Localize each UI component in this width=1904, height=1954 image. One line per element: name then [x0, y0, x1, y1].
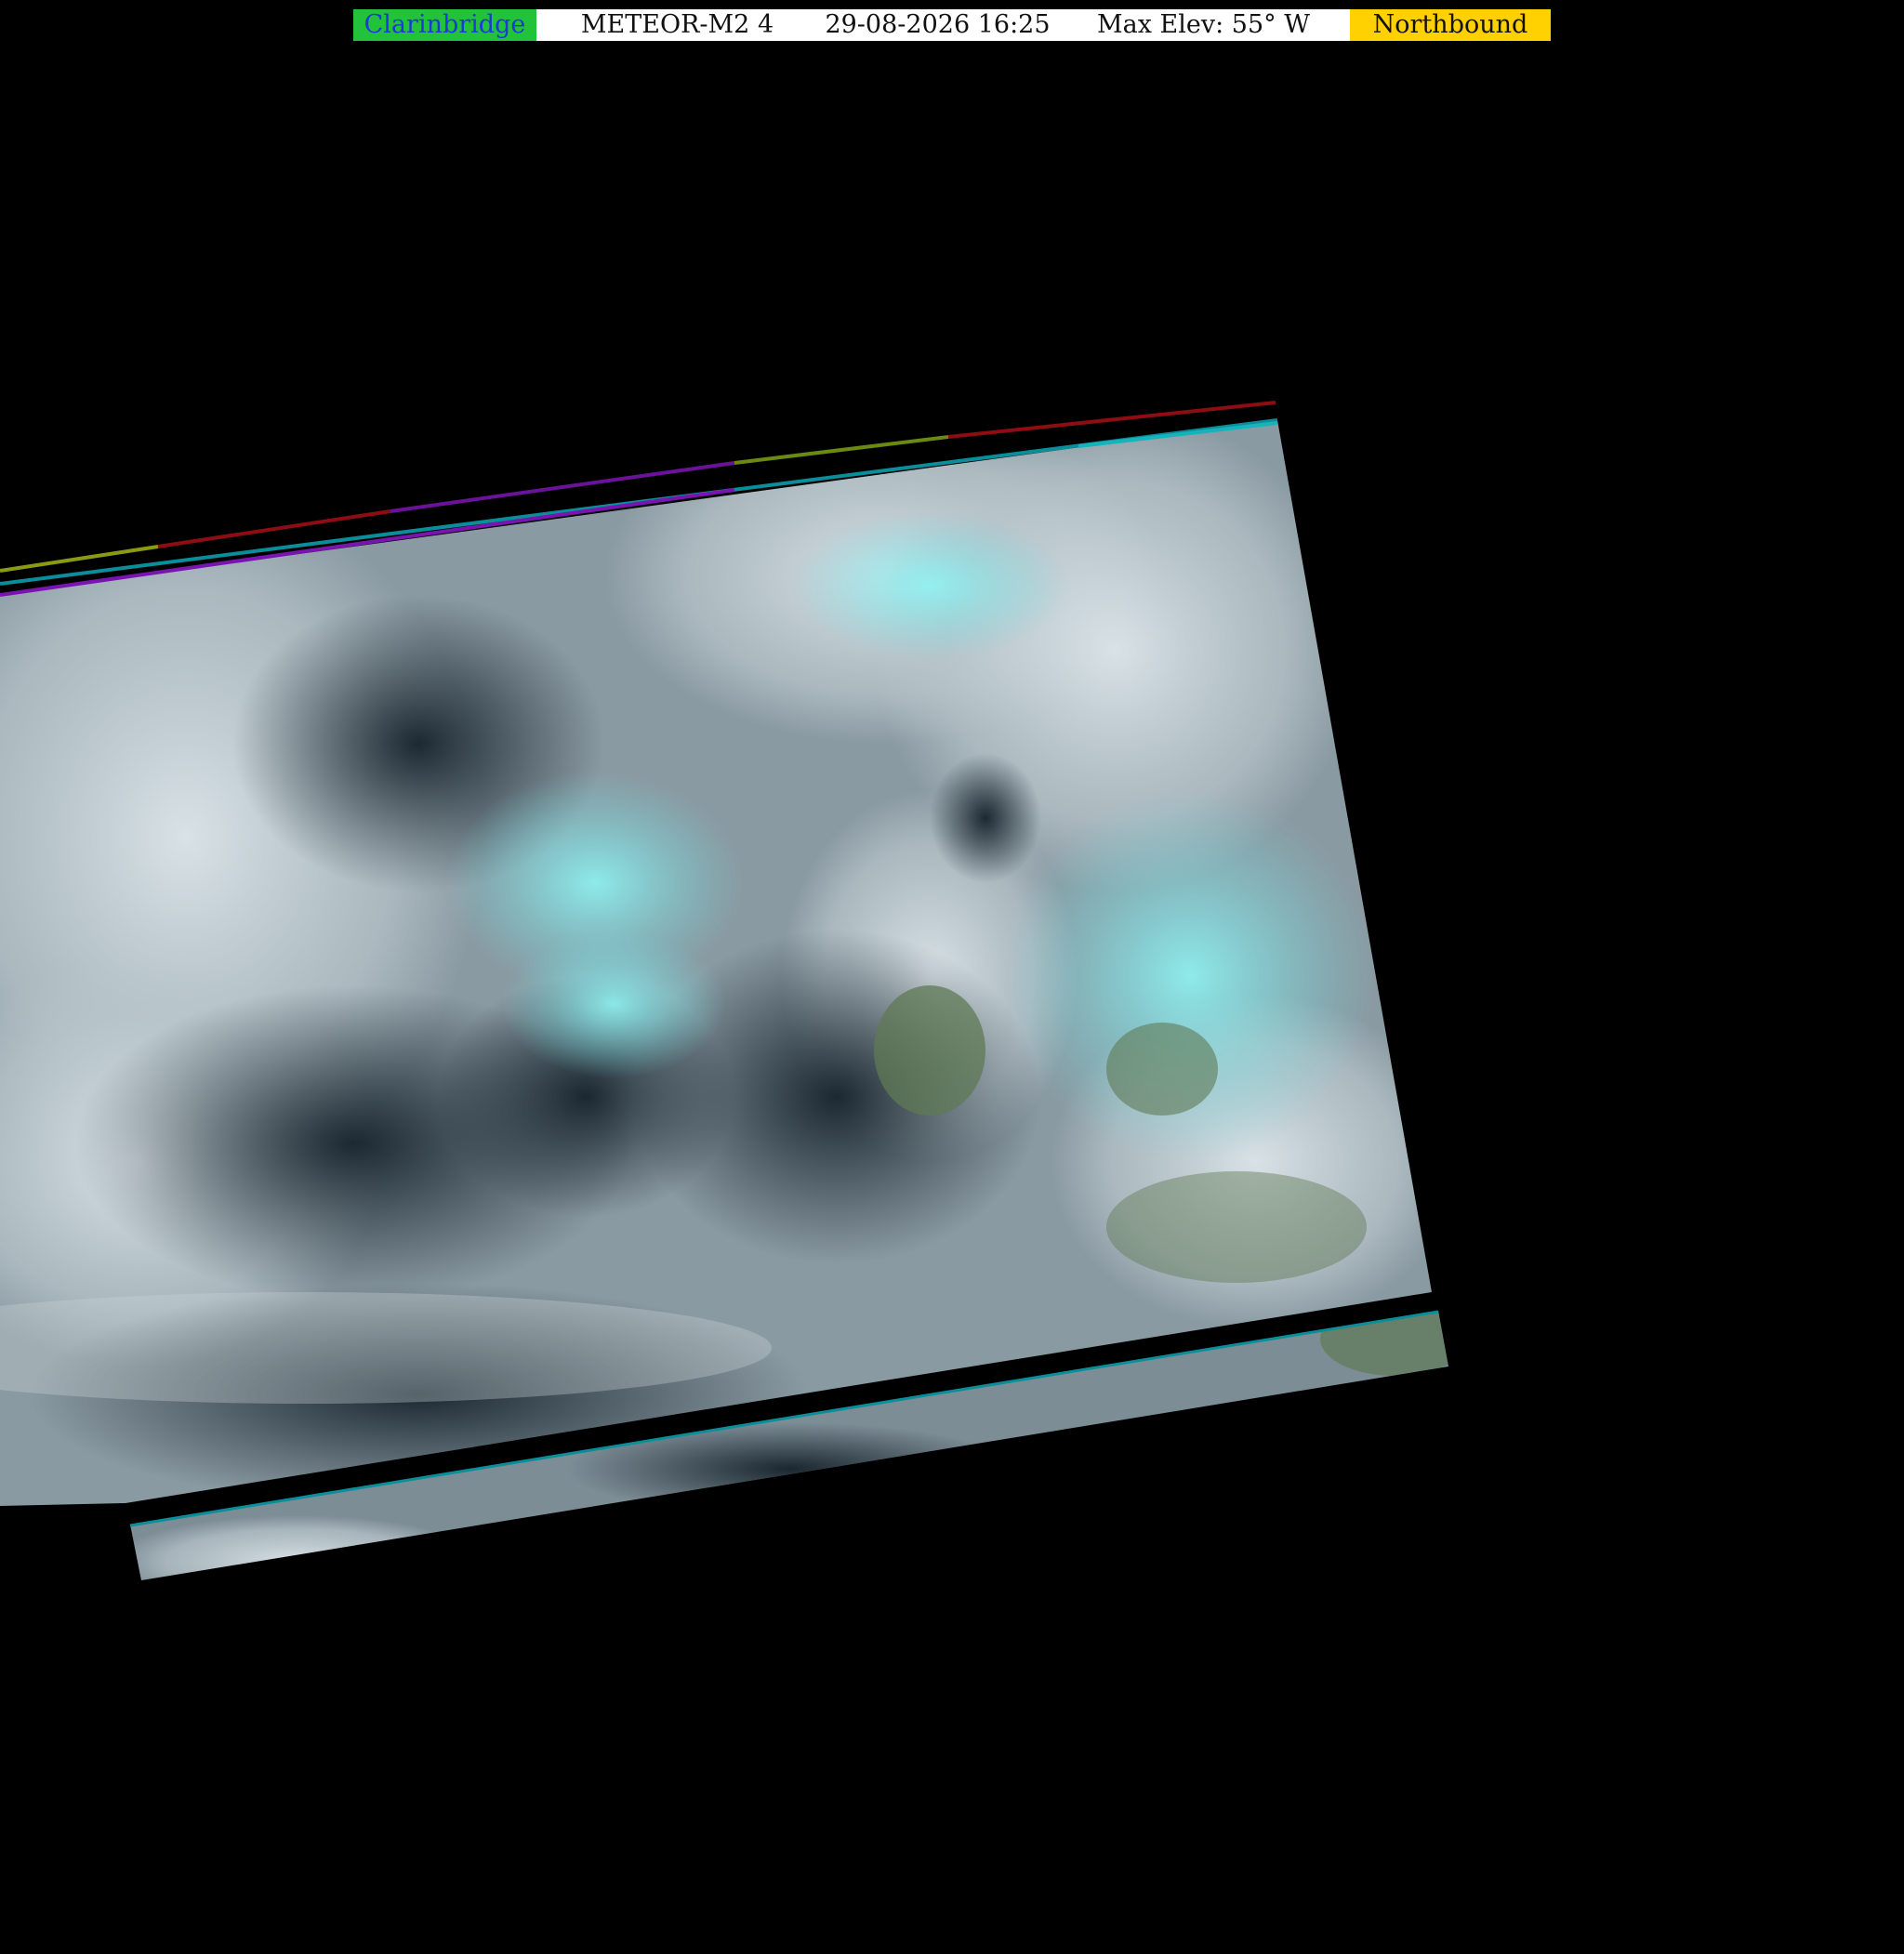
satellite-imagery: [0, 401, 1448, 1580]
main-swath: [0, 420, 1432, 1506]
